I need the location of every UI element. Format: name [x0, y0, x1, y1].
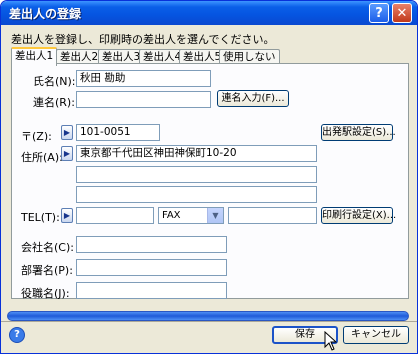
tel-label: TEL(T):: [21, 211, 60, 224]
name-input[interactable]: 秋田 勘助: [76, 70, 211, 87]
help-icon[interactable]: ?: [9, 327, 25, 343]
title-close-button[interactable]: ✕: [392, 3, 412, 23]
progress-bar: [7, 311, 409, 321]
company-input[interactable]: [76, 236, 227, 253]
tab-sender-1[interactable]: 差出人1: [11, 47, 58, 66]
zip-label: 〒(Z):: [21, 130, 52, 143]
department-label: 部署名(P):: [21, 264, 73, 277]
name-label: 氏名(N):: [33, 75, 76, 88]
fax-type-value: FAX: [162, 210, 181, 221]
cancel-button[interactable]: キャンセル: [343, 326, 409, 344]
dialog-window: 差出人の登録 ? ✕ 差出人を登録し、印刷時の差出人を選んでください。 差出人1…: [0, 0, 418, 354]
address-label: 住所(A):: [21, 151, 63, 164]
tab-not-used[interactable]: 使用しない: [219, 49, 280, 64]
address-line-3-input[interactable]: [76, 186, 317, 203]
department-input[interactable]: [76, 259, 227, 276]
zip-arrow-icon[interactable]: ▶: [61, 125, 73, 140]
fax-type-select[interactable]: FAX ▼: [158, 207, 224, 224]
zip-input[interactable]: 101-0051: [76, 124, 160, 141]
address-line-1-input[interactable]: 東京都千代田区神田神保町10-20: [76, 145, 317, 162]
title-help-button[interactable]: ?: [369, 3, 389, 23]
joint-name-input[interactable]: [76, 91, 211, 108]
tel-arrow-icon[interactable]: ▶: [61, 208, 73, 223]
window-title: 差出人の登録: [9, 7, 82, 21]
title-bar[interactable]: 差出人の登録 ? ✕: [1, 1, 417, 25]
address-line-2-input[interactable]: [76, 166, 317, 183]
job-title-input[interactable]: [76, 282, 227, 299]
print-lines-button[interactable]: 印刷行設定(X)...: [321, 207, 396, 224]
joint-name-label: 連名(R):: [33, 96, 75, 109]
joint-name-entry-button[interactable]: 連名入力(F)...: [217, 90, 289, 107]
origin-station-button[interactable]: 出発駅設定(S)...: [321, 124, 396, 141]
tab-sender-3[interactable]: 差出人3: [98, 49, 145, 64]
fax-input[interactable]: [228, 207, 317, 224]
tel-input[interactable]: [76, 207, 154, 224]
company-label: 会社名(C):: [21, 241, 74, 254]
mouse-cursor-icon: [324, 331, 338, 351]
address-arrow-icon[interactable]: ▶: [61, 146, 73, 161]
chevron-down-icon[interactable]: ▼: [207, 208, 223, 223]
footer-divider: [1, 321, 417, 322]
tab-sender-2[interactable]: 差出人2: [56, 49, 103, 64]
intro-text: 差出人を登録し、印刷時の差出人を選んでください。: [11, 33, 275, 46]
job-title-label: 役職名(J):: [21, 287, 70, 300]
